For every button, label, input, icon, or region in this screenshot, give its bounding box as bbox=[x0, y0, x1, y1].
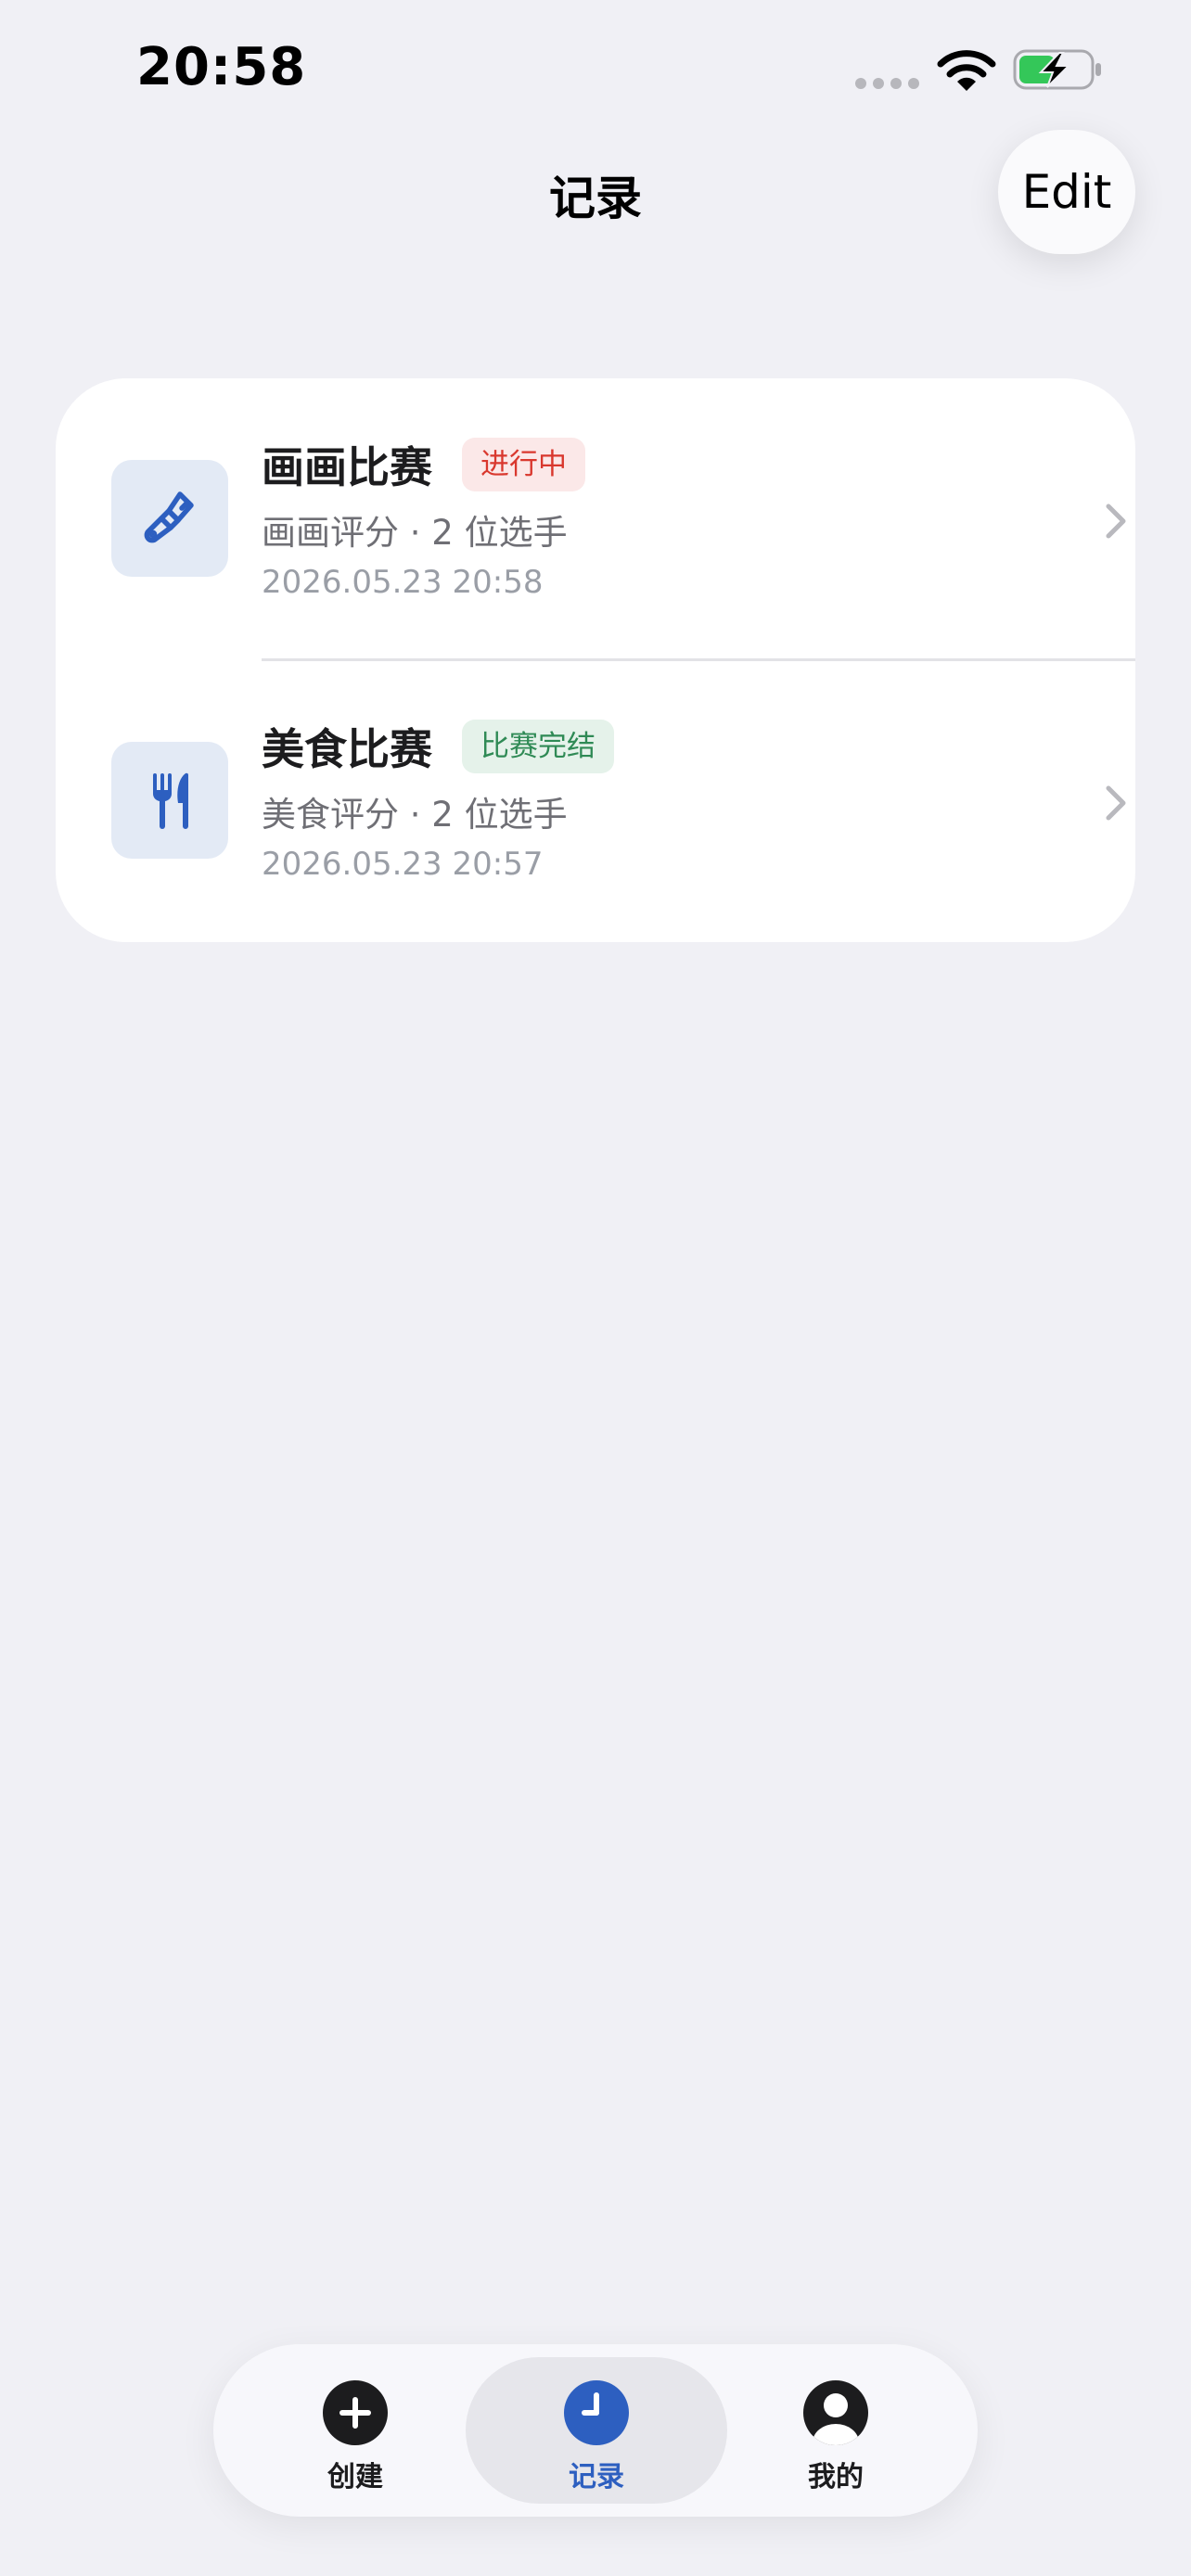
tab-bar: 创建 记录 我的 bbox=[213, 2344, 978, 2517]
plus-circle-icon bbox=[323, 2380, 388, 2445]
paintbrush-icon bbox=[144, 491, 194, 543]
chevron-right-icon bbox=[1106, 785, 1126, 821]
status-time: 20:58 bbox=[136, 37, 307, 97]
tab-records[interactable]: 记录 bbox=[504, 2344, 689, 2517]
record-subtitle: 画画评分 · 2 位选手 bbox=[262, 513, 568, 553]
fork-knife-icon bbox=[153, 772, 189, 829]
list-item[interactable]: 美食比赛 比赛完结 美食评分 · 2 位选手 2026.05.23 20:57 bbox=[56, 660, 1135, 942]
battery-charging-icon bbox=[1013, 49, 1101, 90]
person-circle-icon bbox=[803, 2380, 868, 2445]
cellular-signal-icon bbox=[855, 78, 920, 89]
records-list: 画画比赛 进行中 画画评分 · 2 位选手 2026.05.23 20:58 美… bbox=[56, 378, 1135, 942]
record-timestamp: 2026.05.23 20:58 bbox=[262, 564, 544, 601]
status-badge: 比赛完结 bbox=[462, 720, 614, 773]
chevron-right-icon bbox=[1106, 504, 1126, 539]
record-title: 美食比赛 bbox=[262, 724, 432, 774]
tab-label: 记录 bbox=[569, 2461, 624, 2493]
edit-button[interactable]: Edit bbox=[998, 130, 1135, 254]
wifi-icon bbox=[937, 50, 996, 91]
record-icon-box bbox=[111, 742, 228, 859]
record-title: 画画比赛 bbox=[262, 442, 432, 492]
tab-label: 我的 bbox=[808, 2461, 864, 2493]
tab-label: 创建 bbox=[327, 2461, 383, 2493]
record-icon-box bbox=[111, 460, 228, 577]
status-badge: 进行中 bbox=[462, 438, 585, 491]
record-subtitle: 美食评分 · 2 位选手 bbox=[262, 795, 568, 835]
record-timestamp: 2026.05.23 20:57 bbox=[262, 846, 544, 883]
list-item[interactable]: 画画比赛 进行中 画画评分 · 2 位选手 2026.05.23 20:58 bbox=[56, 378, 1135, 660]
tab-create[interactable]: 创建 bbox=[263, 2344, 448, 2517]
clock-icon bbox=[564, 2380, 629, 2445]
tab-mine[interactable]: 我的 bbox=[743, 2344, 928, 2517]
